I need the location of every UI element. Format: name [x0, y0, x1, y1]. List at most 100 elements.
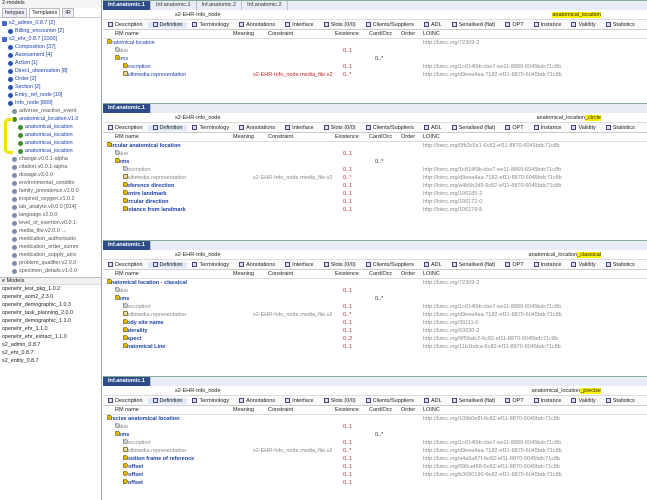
definition-row[interactable]: items 0..*	[103, 55, 647, 63]
model-item[interactable]: s2_ehr_0.8.7	[0, 349, 101, 357]
tree-node[interactable]: level_of_exertion.v0.0.1-	[0, 219, 101, 227]
definition-row[interactable]: Body site name 0..1 http://loinc.org/39111…	[103, 319, 647, 327]
editor-tab[interactable]: Inf.anatomic.1	[103, 377, 151, 386]
tree-node[interactable]: citation.v0.0.1-alpha	[0, 163, 101, 171]
view-tab[interactable]: Description	[103, 398, 148, 404]
tree-node[interactable]: s2_ehr_0.8.7 [1000]	[0, 35, 101, 43]
tree-node[interactable]: anatomical_location.v1.0	[0, 115, 101, 123]
model-item[interactable]: openehr_ehr_1.1.0	[0, 325, 101, 333]
view-tab[interactable]: Definition	[147, 397, 188, 404]
editor-tab[interactable]: Inf.anatomic.1	[103, 1, 151, 10]
tree-node[interactable]: change.v0.0.1-alpha	[0, 155, 101, 163]
definition-row[interactable]: Z offset 0..1	[103, 479, 647, 487]
view-tab[interactable]: Serialised (flat)	[447, 262, 501, 268]
view-tab[interactable]: Description	[103, 262, 148, 268]
tree-node[interactable]: Composition [37]	[0, 43, 101, 51]
tree-node[interactable]: medication_authorisatio	[0, 235, 101, 243]
editor-tab[interactable]: Inf.anatomic.1	[103, 104, 151, 113]
definition-row[interactable]: Laterality 0..1 http://loinc.org/63930-2	[103, 327, 647, 335]
tree-node[interactable]: environmental_conditio	[0, 179, 101, 187]
tree-node[interactable]: inspired_oxygen.v1.0.2	[0, 195, 101, 203]
definition-row[interactable]: Description 0..1 http://loinc.org/1c814f9b…	[103, 303, 647, 311]
tree-node[interactable]: media_file.v2.0.0 →	[0, 227, 101, 235]
tree-node[interactable]: Direct_observation [8]	[0, 67, 101, 75]
view-tab[interactable]: Description	[103, 125, 148, 131]
view-tab[interactable]: Terminology	[187, 398, 234, 404]
view-tab[interactable]: OPT	[500, 262, 528, 268]
view-tab[interactable]: Annotations	[234, 262, 280, 268]
definition-row[interactable]: Centre landmark 0..1 http://loinc.org/1061…	[103, 190, 647, 198]
tab-templates[interactable]: Templates	[29, 7, 61, 18]
tree-node[interactable]: medication_order_summ	[0, 243, 101, 251]
view-tab[interactable]: Interface	[280, 125, 318, 131]
definition-row[interactable]: Position frame of reference 0..1 http://lo…	[103, 455, 647, 463]
view-tab[interactable]: Definition	[147, 21, 188, 28]
view-tab[interactable]: Validity	[566, 398, 600, 404]
tab-ir[interactable]: IR	[62, 7, 74, 18]
tree-node[interactable]: Billing_encounter [2]	[0, 27, 101, 35]
definition-row[interactable]: value 0..1	[103, 423, 647, 431]
tree-node[interactable]: Entry_ref_node [10]	[0, 91, 101, 99]
definition-row[interactable]: Aspect 0..2 http://loinc.org/9f59afc2-6c82…	[103, 335, 647, 343]
tree-node[interactable]: language.v2.0.0	[0, 211, 101, 219]
definition-row[interactable]: Description 0..1 http://loinc.org/1c814f9b…	[103, 63, 647, 71]
definition-row[interactable]: Anatomical Line 0..1 http://loinc.org/11b1…	[103, 343, 647, 351]
tree-node[interactable]: Assessment [4]	[0, 51, 101, 59]
definition-row[interactable]: Anatomical location http://loinc.org/7236…	[103, 39, 647, 47]
view-tab[interactable]: OPT	[500, 22, 528, 28]
view-tab[interactable]: Definition	[147, 261, 188, 268]
view-tab[interactable]: Statistics	[601, 22, 640, 28]
view-tab[interactable]: Clients/Suppliers	[361, 398, 419, 404]
definition-row[interactable]: items 0..*	[103, 295, 647, 303]
view-tab[interactable]: Validity	[566, 22, 600, 28]
tree-node[interactable]: problem_qualifier.v2.0.0	[0, 259, 101, 267]
definition-row[interactable]: Description 0..1 http://loinc.org/1c814f9b…	[103, 166, 647, 174]
view-tab[interactable]: Interface	[280, 398, 318, 404]
definition-row[interactable]: Y offset 0..1 http://loinc.org/b3090190-6e…	[103, 471, 647, 479]
definition-row[interactable]: Multimedia representation s2-EHR-Info_nod…	[103, 174, 647, 182]
tree-node[interactable]: family_prevalence.v1.0.0	[0, 187, 101, 195]
view-tab[interactable]: Clients/Suppliers	[361, 125, 419, 131]
view-tab[interactable]: Instance	[529, 22, 567, 28]
view-tab[interactable]: Slots (0/0)	[319, 22, 361, 28]
definition-row[interactable]: Anatomical location - classical http://lo…	[103, 279, 647, 287]
model-item[interactable]: s2_admin_0.8.7	[0, 341, 101, 349]
tree-node[interactable]: s2_admin_0.8.7 [2]	[0, 19, 101, 27]
view-tab[interactable]: Description	[103, 22, 148, 28]
view-tab[interactable]: Interface	[280, 22, 318, 28]
model-item[interactable]: openehr_demographic_1.0.3	[0, 301, 101, 309]
model-item[interactable]: s2_entity_0.8.7	[0, 357, 101, 365]
tree-node[interactable]: Order [2]	[0, 75, 101, 83]
tree-node[interactable]: medication_supply_amc	[0, 251, 101, 259]
view-tab[interactable]: Annotations	[234, 125, 280, 131]
view-tab[interactable]: Instance	[529, 398, 567, 404]
view-tab[interactable]: ADL	[419, 125, 447, 131]
tree-node[interactable]: Action [1]	[0, 59, 101, 67]
model-item[interactable]: openehr_ehr_extract_1.1.0	[0, 333, 101, 341]
view-tab[interactable]: Definition	[147, 124, 188, 131]
tree-node[interactable]: anatomical_location	[0, 147, 101, 155]
view-tab[interactable]: Slots (0/0)	[319, 398, 361, 404]
model-item[interactable]: openehr_demographic_1.1.0	[0, 317, 101, 325]
view-tab[interactable]: Serialised (flat)	[447, 125, 501, 131]
definition-row[interactable]: items 0..*	[103, 431, 647, 439]
tree-node[interactable]: anatomical_location	[0, 123, 101, 131]
definition-row[interactable]: Circular direction 0..1 http://loinc.org/1…	[103, 198, 647, 206]
view-tab[interactable]: Instance	[529, 262, 567, 268]
definition-row[interactable]: value 0..1	[103, 287, 647, 295]
editor-tab[interactable]: Inf.anatomic.2	[197, 1, 243, 10]
definition-row[interactable]: X offset 0..1 http://loinc.org/096cef68-6e…	[103, 463, 647, 471]
view-tab[interactable]: Statistics	[601, 262, 640, 268]
view-tab[interactable]: Instance	[529, 125, 567, 131]
tree-node[interactable]: Section [2]	[0, 83, 101, 91]
definition-row[interactable]: Precise anatomical location http://loinc.…	[103, 415, 647, 423]
editor-tab[interactable]: Inf.anatomic.1	[103, 241, 151, 250]
definition-row[interactable]: Multimedia representation s2-EHR-Info_nod…	[103, 71, 647, 79]
view-tab[interactable]: Terminology	[187, 262, 234, 268]
view-tab[interactable]: Statistics	[601, 125, 640, 131]
view-tab[interactable]: Clients/Suppliers	[361, 262, 419, 268]
editor-tab[interactable]: Inf.anatomic.2	[242, 1, 288, 10]
editor-tab[interactable]: Inf.anatomic.1	[151, 1, 197, 10]
tree-node[interactable]: Info_node [899]	[0, 99, 101, 107]
tree-node[interactable]: anatomical_location	[0, 139, 101, 147]
